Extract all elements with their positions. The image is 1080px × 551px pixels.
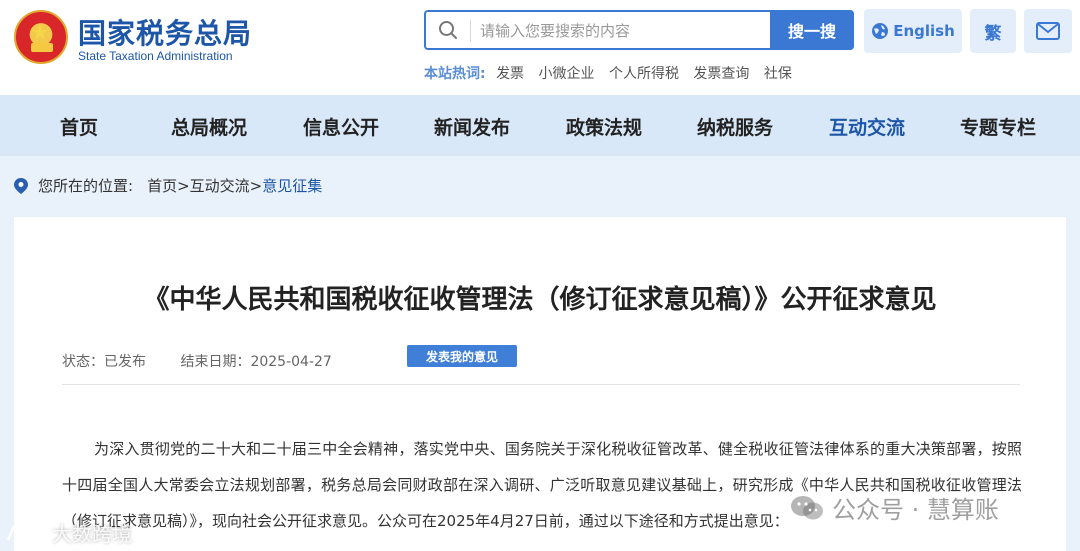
wechat-icon <box>791 495 823 519</box>
tiananmen-icon <box>31 43 53 52</box>
site-header: ★ 国家税务总局 State Taxation Administration 搜… <box>0 0 1080 95</box>
breadcrumb-separator: > <box>249 176 263 195</box>
hot-word-link[interactable]: 发票查询 <box>693 66 749 82</box>
submit-opinion-button[interactable]: 发表我的意见 <box>407 345 517 367</box>
hot-word-link[interactable]: 个人所得税 <box>609 66 679 82</box>
search-divider <box>470 20 471 42</box>
brand-watermark: 大数跨境 <box>4 518 132 547</box>
breadcrumb-interaction[interactable]: 互动交流 <box>190 175 250 196</box>
breadcrumb-home[interactable]: 首页 <box>147 175 177 196</box>
nav-item-service[interactable]: 纳税服务 <box>697 113 773 140</box>
nav-item-overview[interactable]: 总局概况 <box>171 113 247 140</box>
search-button[interactable]: 搜一搜 <box>770 10 854 50</box>
nav-item-topics[interactable]: 专题专栏 <box>960 113 1036 140</box>
breadcrumb-label: 您所在的位置: <box>38 177 134 195</box>
main-nav: 首页 总局概况 信息公开 新闻发布 政策法规 纳税服务 互动交流 专题专栏 <box>0 95 1080 156</box>
brand-logo-icon <box>6 524 46 541</box>
nav-item-interaction[interactable]: 互动交流 <box>829 113 905 140</box>
breadcrumb-separator: > <box>177 176 190 195</box>
mail-button[interactable] <box>1024 9 1072 53</box>
wechat-watermark: 公众号 · 慧算账 <box>790 490 999 525</box>
globe-icon <box>872 23 889 39</box>
meta-divider <box>62 384 1020 385</box>
breadcrumb-current[interactable]: 意见征集 <box>262 175 322 196</box>
article-status: 状态：已发布 <box>62 354 146 370</box>
site-name[interactable]: 国家税务总局 <box>78 12 252 52</box>
hot-word-link[interactable]: 发票 <box>496 66 524 82</box>
site-name-english: State Taxation Administration <box>78 49 233 63</box>
english-button[interactable]: English <box>864 9 962 53</box>
nav-item-news[interactable]: 新闻发布 <box>434 113 510 140</box>
star-icon: ★ <box>31 20 49 44</box>
traditional-label: 繁 <box>984 23 1002 44</box>
hot-words-label: 本站热词: <box>424 66 486 82</box>
traditional-chinese-button[interactable]: 繁 <box>970 9 1016 53</box>
nav-item-info[interactable]: 信息公开 <box>303 113 379 140</box>
nav-item-policy[interactable]: 政策法规 <box>566 113 642 140</box>
search-bar: 搜一搜 <box>424 10 854 50</box>
brand-watermark-text: 大数跨境 <box>52 522 132 546</box>
mail-icon <box>1036 22 1060 40</box>
search-input[interactable] <box>480 18 770 44</box>
article-title: 《中华人民共和国税收征收管理法（修订征求意见稿）》公开征求意见 <box>143 285 937 315</box>
location-pin-icon <box>14 177 28 194</box>
wechat-watermark-text: 公众号 · 慧算账 <box>832 496 999 524</box>
search-icon <box>439 21 457 39</box>
national-emblem-logo[interactable]: ★ <box>14 10 68 64</box>
hot-words: 本站热词: 发票 小微企业 个人所得税 发票查询 社保 <box>424 63 802 83</box>
hot-word-link[interactable]: 小微企业 <box>539 66 595 82</box>
english-label: English <box>893 22 955 40</box>
hot-word-link[interactable]: 社保 <box>764 66 792 82</box>
nav-item-home[interactable]: 首页 <box>60 113 98 140</box>
article-end-date: 结束日期：2025-04-27 <box>180 354 332 370</box>
article-meta: 状态：已发布 结束日期：2025-04-27 <box>62 351 362 371</box>
breadcrumb: 您所在的位置: 首页 > 互动交流 > 意见征集 <box>14 175 322 196</box>
